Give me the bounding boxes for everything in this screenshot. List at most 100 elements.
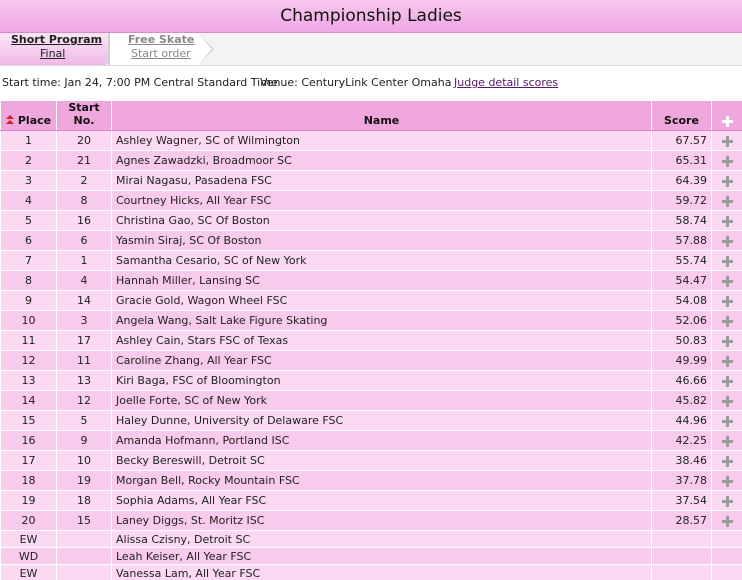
expand-cell[interactable] [711,450,742,471]
start-no-cell: 10 [56,450,112,471]
start-no-cell [56,530,112,548]
sort-ascending-icon[interactable] [5,115,15,125]
expand-cell[interactable] [711,370,742,391]
expand-all-icon[interactable] [721,115,733,127]
start-no-cell: 11 [56,350,112,371]
plus-icon[interactable] [721,335,733,347]
table-row: 11 17 Ashley Cain, Stars FSC of Texas 50.83 [0,330,742,351]
tab-short-program-final-link[interactable]: Final [40,47,65,60]
start-no-cell: 19 [56,470,112,491]
place-cell: 1 [0,130,57,151]
table-row: 1 20 Ashley Wagner, SC of Wilmington 67.57 [0,130,742,151]
plus-icon[interactable] [721,375,733,387]
place-cell: 20 [0,510,57,531]
name-cell: Christina Gao, SC Of Boston [111,210,652,231]
start-no-cell: 5 [56,410,112,431]
place-cell: 13 [0,370,57,391]
start-no-cell: 8 [56,190,112,211]
table-row: 4 8 Courtney Hicks, All Year FSC 59.72 [0,190,742,211]
plus-icon[interactable] [721,355,733,367]
plus-icon[interactable] [721,195,733,207]
place-cell: 14 [0,390,57,411]
expand-cell[interactable] [711,250,742,271]
judge-detail-link[interactable]: Judge detail scores [454,76,558,89]
start-no-cell [56,564,112,580]
plus-icon[interactable] [721,155,733,167]
score-cell [651,564,712,580]
expand-cell[interactable] [711,230,742,251]
place-cell: 16 [0,430,57,451]
plus-icon[interactable] [721,455,733,467]
expand-cell[interactable] [711,150,742,171]
expand-cell[interactable] [711,210,742,231]
plus-icon[interactable] [721,435,733,447]
plus-icon[interactable] [721,495,733,507]
score-cell: 28.57 [651,510,712,531]
plus-icon[interactable] [721,515,733,527]
score-cell: 38.46 [651,450,712,471]
name-cell: Laney Diggs, St. Moritz ISC [111,510,652,531]
start-no-column-header[interactable]: Start No. [56,100,112,131]
expand-cell[interactable] [711,490,742,511]
name-cell: Hannah Miller, Lansing SC [111,270,652,291]
plus-icon[interactable] [721,275,733,287]
expand-cell[interactable] [711,170,742,191]
expand-all-header[interactable] [711,100,742,131]
expand-cell[interactable] [711,390,742,411]
score-cell: 58.74 [651,210,712,231]
tab-free-skate-title[interactable]: Free Skate [128,33,194,46]
expand-cell[interactable] [711,410,742,431]
plus-icon[interactable] [721,315,733,327]
expand-cell[interactable] [711,470,742,491]
results-body: 1 20 Ashley Wagner, SC of Wilmington 67.57 2… [0,130,742,580]
table-row: 9 14 Gracie Gold, Wagon Wheel FSC 54.08 [0,290,742,311]
place-column-header[interactable]: Place [0,100,57,131]
start-no-cell: 20 [56,130,112,151]
tab-short-program-title[interactable]: Short Program [11,33,102,46]
plus-icon[interactable] [721,415,733,427]
table-row: 19 18 Sophia Adams, All Year FSC 37.54 [0,490,742,511]
start-no-cell: 4 [56,270,112,291]
score-cell [651,547,712,565]
plus-icon[interactable] [721,395,733,407]
plus-icon[interactable] [721,295,733,307]
start-no-cell: 3 [56,310,112,331]
plus-icon[interactable] [721,475,733,487]
score-cell: 49.99 [651,350,712,371]
expand-cell[interactable] [711,270,742,291]
name-column-header[interactable]: Name [111,100,652,131]
place-header-label: Place [17,114,52,127]
table-row: 20 15 Laney Diggs, St. Moritz ISC 28.57 [0,510,742,531]
table-row: 7 1 Samantha Cesario, SC of New York 55.74 [0,250,742,271]
plus-icon[interactable] [721,135,733,147]
score-cell: 64.39 [651,170,712,191]
expand-cell[interactable] [711,190,742,211]
plus-icon[interactable] [721,215,733,227]
name-cell: Joelle Forte, SC of New York [111,390,652,411]
plus-icon[interactable] [721,235,733,247]
withdrawn-row: EW Vanessa Lam, All Year FSC [0,564,742,580]
expand-cell[interactable] [711,330,742,351]
expand-cell[interactable] [711,310,742,331]
score-column-header[interactable]: Score [651,100,712,131]
name-cell: Leah Keiser, All Year FSC [111,547,652,565]
place-cell: 3 [0,170,57,191]
expand-cell[interactable] [711,350,742,371]
score-cell: 57.88 [651,230,712,251]
name-cell: Kiri Baga, FSC of Bloomington [111,370,652,391]
tab-free-skate-start-order-link[interactable]: Start order [131,47,191,60]
expand-cell[interactable] [711,290,742,311]
start-no-cell: 17 [56,330,112,351]
plus-icon[interactable] [721,175,733,187]
expand-cell[interactable] [711,510,742,531]
place-cell: 19 [0,490,57,511]
plus-icon[interactable] [721,255,733,267]
table-row: 2 21 Agnes Zawadzki, Broadmoor SC 65.31 [0,150,742,171]
expand-cell[interactable] [711,130,742,151]
start-no-cell: 6 [56,230,112,251]
start-no-cell: 2 [56,170,112,191]
score-cell: 37.78 [651,470,712,491]
place-cell: 18 [0,470,57,491]
expand-cell[interactable] [711,430,742,451]
table-row: 12 11 Caroline Zhang, All Year FSC 49.99 [0,350,742,371]
